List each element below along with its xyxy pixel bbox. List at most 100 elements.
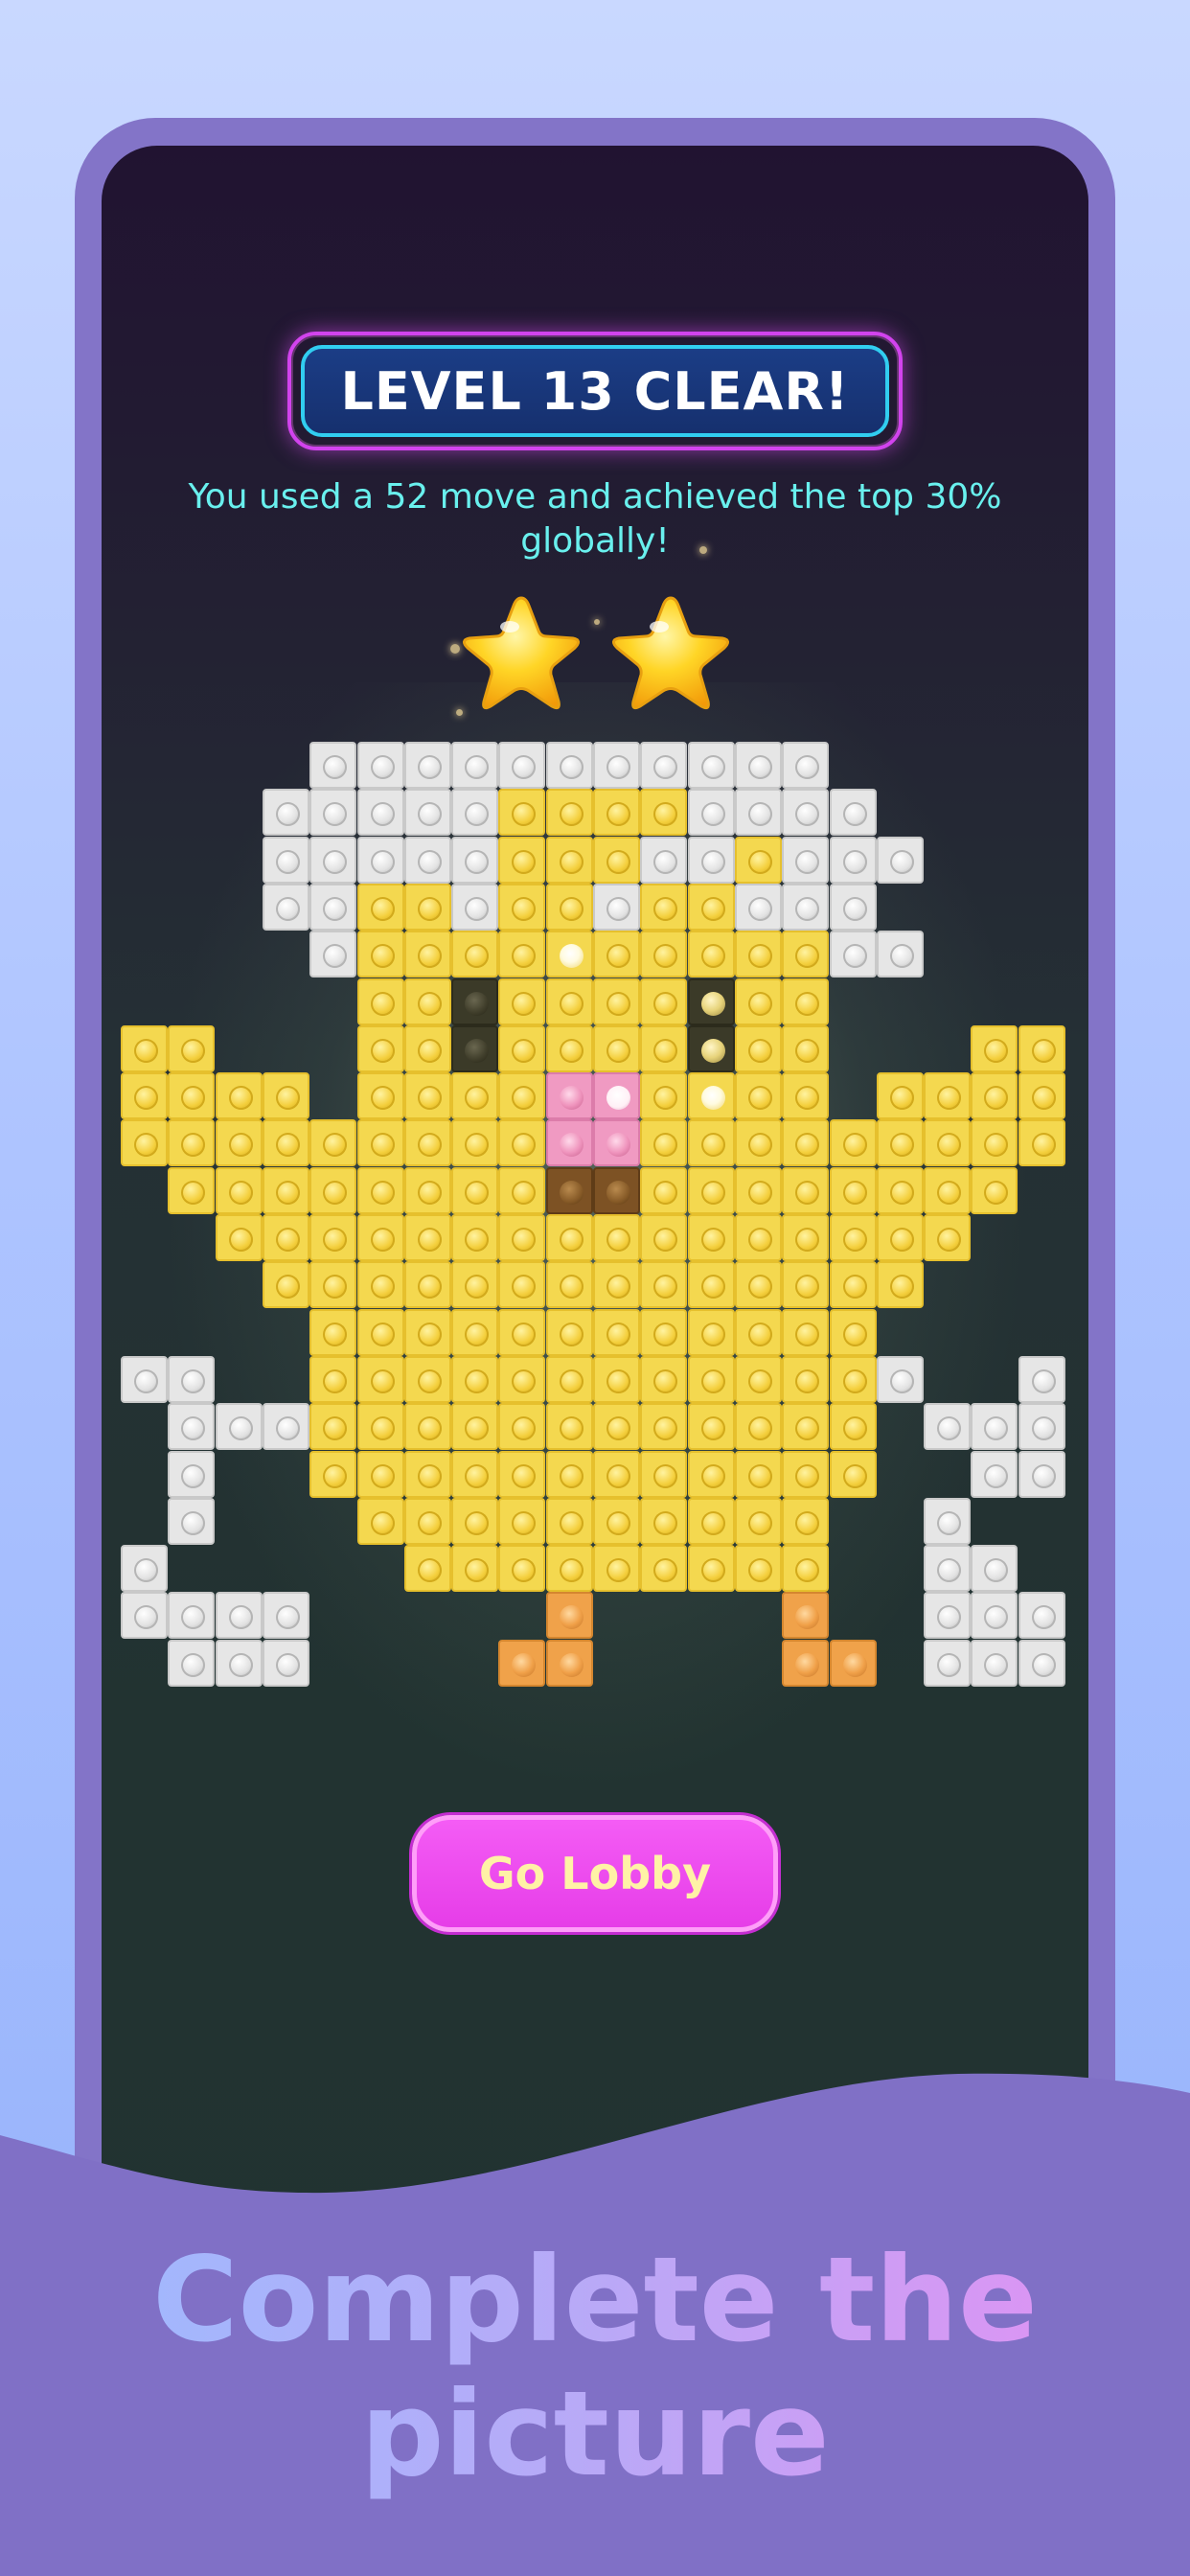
yellow-block xyxy=(924,1119,971,1166)
white-block xyxy=(168,1356,215,1403)
yellow-block xyxy=(451,1451,498,1498)
yellow-block xyxy=(546,789,593,836)
yellow-block xyxy=(498,978,545,1025)
yellow-block xyxy=(640,1545,687,1592)
yellow-block xyxy=(877,1214,924,1261)
pink-block xyxy=(546,1072,593,1119)
yellow-block xyxy=(688,884,735,931)
eye-glint-block xyxy=(688,1025,735,1072)
yellow-block xyxy=(168,1025,215,1072)
white-block xyxy=(451,789,498,836)
white-block xyxy=(735,742,782,789)
yellow-block xyxy=(404,884,451,931)
yellow-block xyxy=(735,931,782,978)
yellow-block xyxy=(357,1309,404,1356)
yellow-block xyxy=(735,1403,782,1450)
yellow-block xyxy=(451,1119,498,1166)
eye-block xyxy=(451,1025,498,1072)
white-block xyxy=(168,1592,215,1639)
orange-block xyxy=(782,1640,829,1687)
yellow-block xyxy=(404,1261,451,1308)
yellow-block xyxy=(546,1309,593,1356)
yellow-block xyxy=(593,931,640,978)
yellow-block xyxy=(782,931,829,978)
yellow-block xyxy=(688,1545,735,1592)
white-block xyxy=(735,789,782,836)
yellow-block xyxy=(640,1451,687,1498)
go-lobby-button[interactable]: Go Lobby xyxy=(412,1815,778,1932)
white-block xyxy=(451,742,498,789)
yellow-block xyxy=(877,1261,924,1308)
orange-block xyxy=(830,1640,877,1687)
yellow-block xyxy=(830,1309,877,1356)
yellow-block xyxy=(688,1451,735,1498)
yellow-block xyxy=(830,1119,877,1166)
yellow-block xyxy=(640,1167,687,1214)
yellow-block xyxy=(546,1356,593,1403)
yellow-block xyxy=(640,931,687,978)
yellow-block xyxy=(688,1167,735,1214)
white-block xyxy=(877,931,924,978)
yellow-block xyxy=(357,1498,404,1545)
yellow-block xyxy=(593,1261,640,1308)
yellow-block xyxy=(357,1451,404,1498)
white-block xyxy=(640,742,687,789)
white-block xyxy=(263,789,309,836)
white-block xyxy=(782,884,829,931)
yellow-block xyxy=(593,1309,640,1356)
yellow-block xyxy=(1018,1025,1065,1072)
yellow-block xyxy=(688,1403,735,1450)
yellow-block xyxy=(263,1072,309,1119)
white-block xyxy=(971,1403,1018,1450)
yellow-block xyxy=(593,789,640,836)
yellow-block xyxy=(782,1451,829,1498)
yellow-block xyxy=(498,1214,545,1261)
white-block xyxy=(263,1403,309,1450)
yellow-block xyxy=(877,1167,924,1214)
yellow-block xyxy=(640,978,687,1025)
yellow-block xyxy=(593,1545,640,1592)
white-block xyxy=(404,742,451,789)
white-block xyxy=(121,1545,168,1592)
yellow-block xyxy=(498,837,545,884)
yellow-block xyxy=(404,931,451,978)
yellow-block xyxy=(309,1451,356,1498)
yellow-block xyxy=(971,1025,1018,1072)
white-block xyxy=(593,742,640,789)
marketing-caption: Complete the picture xyxy=(0,2233,1190,2501)
yellow-block xyxy=(404,1403,451,1450)
yellow-block xyxy=(546,1214,593,1261)
yellow-block xyxy=(404,978,451,1025)
highlight-block xyxy=(546,931,593,978)
eye-block xyxy=(451,978,498,1025)
yellow-block xyxy=(546,978,593,1025)
white-block xyxy=(688,742,735,789)
yellow-block xyxy=(593,1498,640,1545)
yellow-block xyxy=(782,1025,829,1072)
yellow-block xyxy=(735,1261,782,1308)
yellow-block xyxy=(688,931,735,978)
yellow-block xyxy=(640,1119,687,1166)
white-block xyxy=(830,789,877,836)
yellow-block xyxy=(593,1025,640,1072)
yellow-block xyxy=(782,1545,829,1592)
orange-block xyxy=(546,1592,593,1639)
yellow-block xyxy=(263,1119,309,1166)
yellow-block xyxy=(404,1498,451,1545)
white-block xyxy=(735,884,782,931)
white-block xyxy=(357,837,404,884)
yellow-block xyxy=(640,789,687,836)
yellow-block xyxy=(498,1167,545,1214)
yellow-block xyxy=(782,1356,829,1403)
yellow-block xyxy=(1018,1072,1065,1119)
orange-block xyxy=(546,1640,593,1687)
yellow-block xyxy=(404,1356,451,1403)
white-block xyxy=(451,837,498,884)
yellow-block xyxy=(451,1356,498,1403)
yellow-block xyxy=(877,1072,924,1119)
white-block xyxy=(263,1592,309,1639)
yellow-block xyxy=(357,1356,404,1403)
white-block xyxy=(971,1451,1018,1498)
yellow-block xyxy=(546,1403,593,1450)
yellow-block xyxy=(498,1498,545,1545)
